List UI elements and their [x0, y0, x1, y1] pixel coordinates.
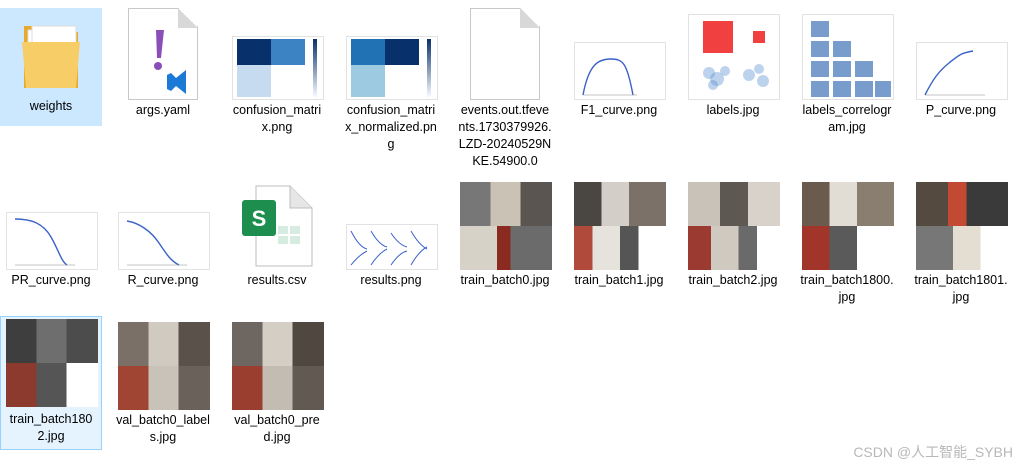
folder-weights[interactable]: weights — [0, 8, 102, 126]
file-r-curve[interactable]: R_curve.png — [112, 178, 214, 289]
folder-icon — [14, 8, 88, 96]
correlogram-thumbnail — [800, 8, 894, 100]
file-train-batch1801[interactable]: train_batch1801.jpg — [910, 178, 1012, 306]
file-label: train_batch2.jpg — [688, 273, 778, 287]
yaml-file-icon — [126, 8, 200, 100]
file-train-batch1[interactable]: train_batch1.jpg — [568, 178, 670, 289]
image-mosaic-thumbnail — [572, 178, 666, 270]
spreadsheet-icon: S — [230, 178, 324, 270]
file-label: labels.jpg — [706, 103, 760, 117]
image-mosaic-thumbnail — [686, 178, 780, 270]
labels-thumbnail — [686, 8, 780, 100]
watermark: CSDN @人工智能_SYBH — [853, 444, 1013, 460]
file-train-batch0[interactable]: train_batch0.jpg — [454, 178, 556, 289]
file-label: val_batch0_pred.jpg — [234, 413, 320, 444]
file-confusion-matrix[interactable]: confusion_matrix.png — [226, 8, 328, 136]
image-mosaic-thumbnail — [914, 178, 1008, 270]
p-curve-thumbnail — [914, 8, 1008, 100]
file-label: train_batch1802.jpg — [9, 412, 93, 443]
confusion-matrix-normalized-thumbnail — [344, 8, 438, 100]
file-label: results.csv — [247, 273, 307, 287]
generic-file-icon — [468, 8, 542, 100]
file-label: F1_curve.png — [580, 103, 658, 117]
file-labels-jpg[interactable]: labels.jpg — [682, 8, 784, 119]
svg-text:S: S — [252, 206, 267, 231]
confusion-matrix-thumbnail — [230, 8, 324, 100]
file-val-batch0-labels[interactable]: val_batch0_labels.jpg — [112, 318, 214, 446]
file-label: R_curve.png — [127, 273, 199, 287]
file-p-curve[interactable]: P_curve.png — [910, 8, 1012, 119]
file-val-batch0-pred[interactable]: val_batch0_pred.jpg — [226, 318, 328, 446]
file-train-batch1802[interactable]: train_batch1802.jpg — [0, 316, 102, 450]
file-args-yaml[interactable]: args.yaml — [112, 8, 214, 119]
file-label: train_batch1800.jpg — [800, 273, 894, 304]
file-train-batch2[interactable]: train_batch2.jpg — [682, 178, 784, 289]
file-events-tfevents[interactable]: events.out.tfevents.1730379926.LZD-20240… — [454, 8, 556, 170]
file-f1-curve[interactable]: F1_curve.png — [568, 8, 670, 119]
f1-curve-thumbnail — [572, 8, 666, 100]
file-results-csv[interactable]: S results.csv — [226, 178, 328, 289]
file-label: labels_correlogram.jpg — [802, 103, 892, 134]
file-label: P_curve.png — [925, 103, 997, 117]
file-label: events.out.tfevents.1730379926.LZD-20240… — [458, 103, 552, 168]
image-mosaic-thumbnail — [800, 178, 894, 270]
file-label: confusion_matrix.png — [232, 103, 322, 134]
file-label: weights — [29, 99, 73, 113]
file-label: results.png — [360, 273, 422, 287]
file-train-batch1800[interactable]: train_batch1800.jpg — [796, 178, 898, 306]
file-label: args.yaml — [135, 103, 191, 117]
file-labels-correlogram[interactable]: labels_correlogram.jpg — [796, 8, 898, 136]
pr-curve-thumbnail — [4, 178, 98, 270]
file-label: train_batch1801.jpg — [914, 273, 1008, 304]
file-label: confusion_matrix_normalized.png — [345, 103, 437, 151]
file-results-png[interactable]: results.png — [340, 178, 442, 289]
file-label: PR_curve.png — [11, 273, 91, 287]
results-plot-thumbnail — [344, 178, 438, 270]
image-mosaic-thumbnail — [230, 318, 324, 410]
r-curve-thumbnail — [116, 178, 210, 270]
file-label: train_batch0.jpg — [460, 273, 550, 287]
file-confusion-matrix-normalized[interactable]: confusion_matrix_normalized.png — [340, 8, 442, 153]
file-pr-curve[interactable]: PR_curve.png — [0, 178, 102, 289]
file-label: train_batch1.jpg — [574, 273, 664, 287]
file-label: val_batch0_labels.jpg — [116, 413, 210, 444]
image-mosaic-thumbnail — [116, 318, 210, 410]
image-mosaic-thumbnail — [458, 178, 552, 270]
image-mosaic-thumbnail — [4, 317, 98, 409]
